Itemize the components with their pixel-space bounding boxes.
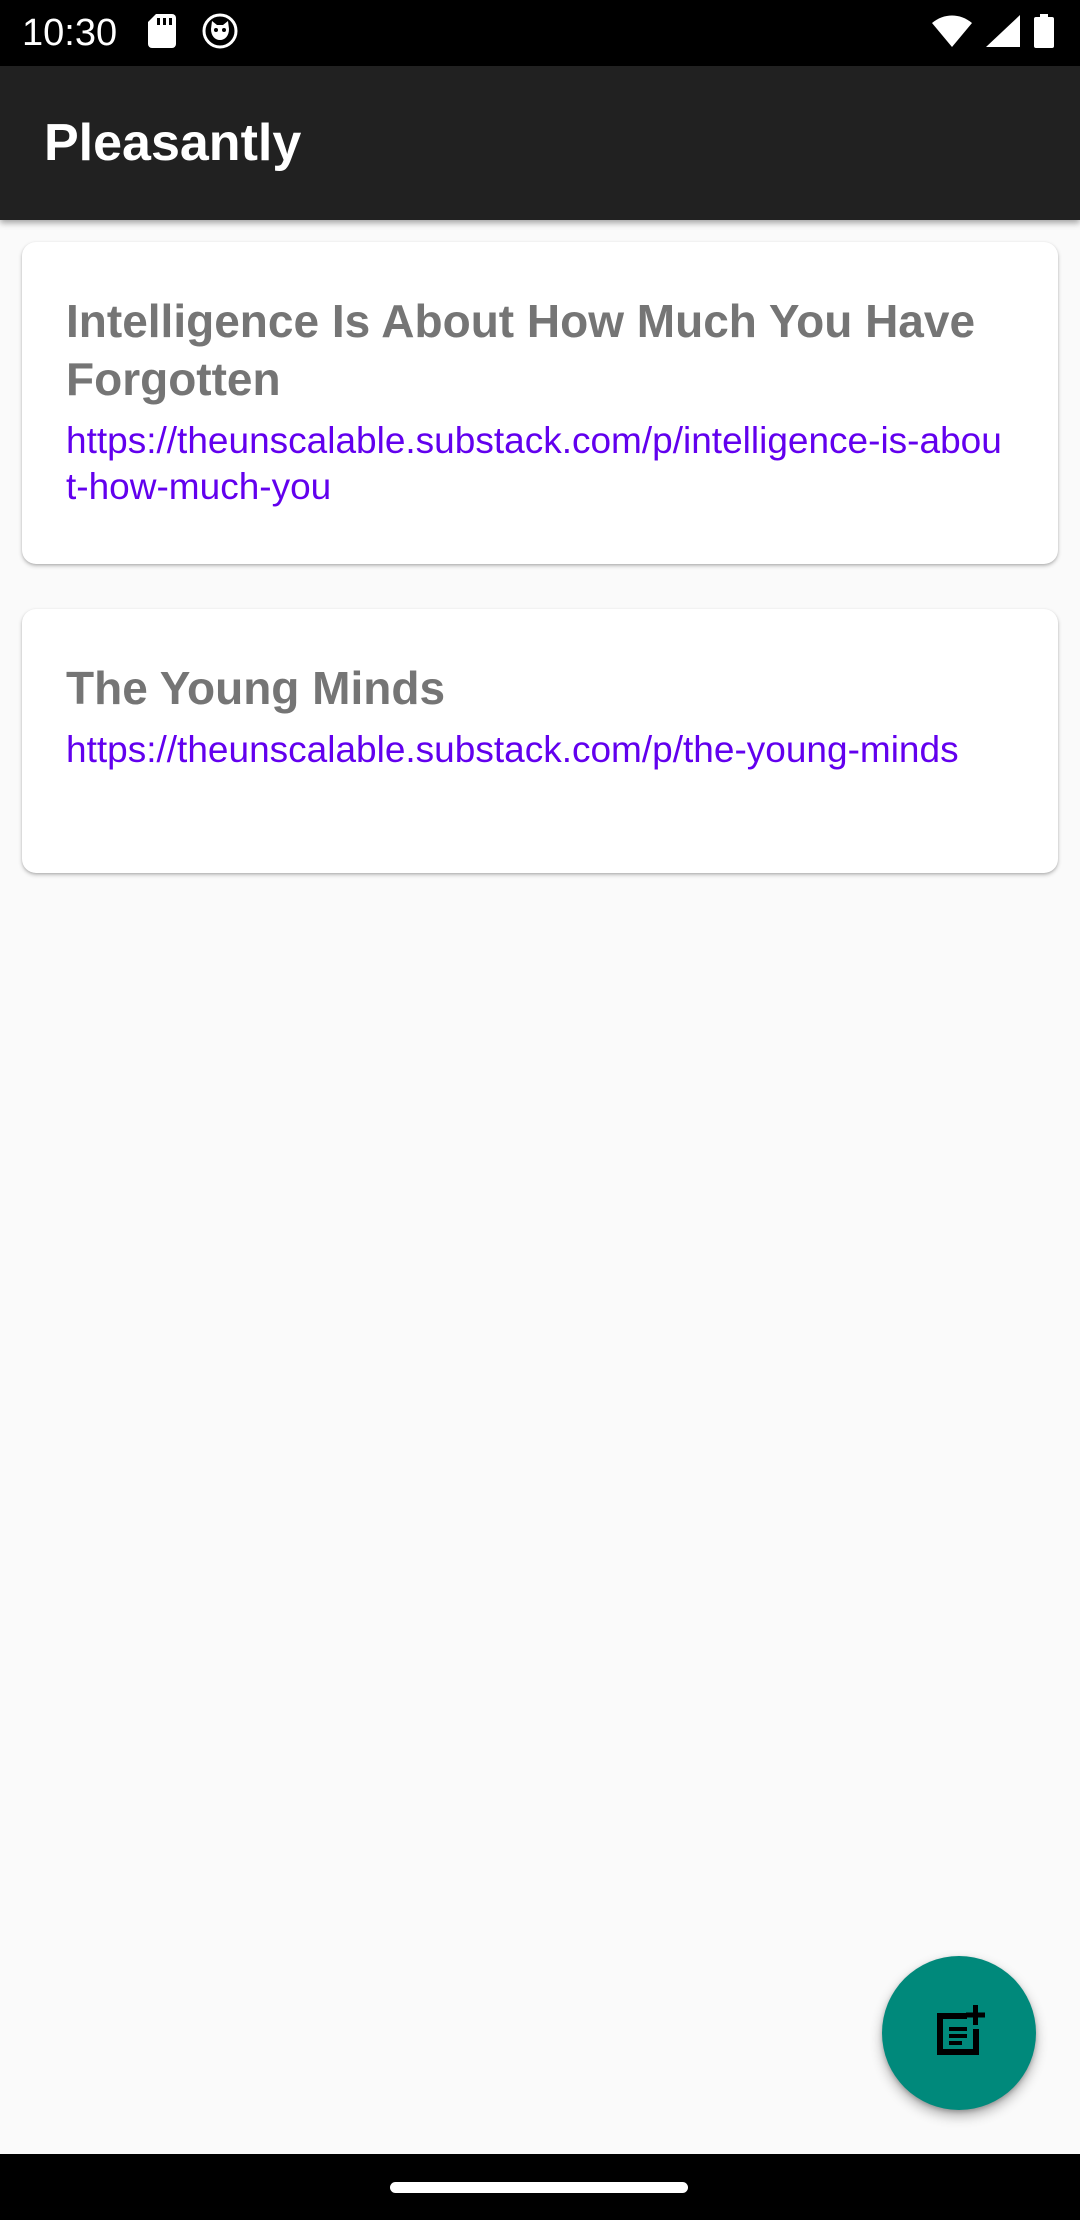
- home-gesture-handle[interactable]: [390, 2182, 688, 2193]
- navigation-bar: [0, 2154, 1080, 2220]
- status-bar: 10:30: [0, 0, 1080, 66]
- app-bar: Pleasantly: [0, 66, 1080, 220]
- cat-face-icon: [202, 13, 238, 54]
- article-card[interactable]: Intelligence Is About How Much You Have …: [22, 242, 1058, 564]
- add-note-button[interactable]: [882, 1956, 1036, 2110]
- article-link[interactable]: https://theunscalable.substack.com/p/the…: [66, 727, 1006, 773]
- status-left-icons: [148, 13, 238, 54]
- article-link[interactable]: https://theunscalable.substack.com/p/int…: [66, 418, 1006, 510]
- cellular-signal-icon: [986, 14, 1020, 52]
- status-right-icons: [932, 13, 1054, 53]
- wifi-icon: [932, 15, 972, 52]
- battery-icon: [1034, 13, 1054, 53]
- article-title: The Young Minds: [66, 662, 446, 714]
- article-title: Intelligence Is About How Much You Have …: [66, 295, 976, 405]
- note-add-icon: [931, 2003, 987, 2064]
- article-card[interactable]: The Young Minds https://theunscalable.su…: [22, 609, 1058, 873]
- app-title: Pleasantly: [44, 114, 302, 172]
- status-time: 10:30: [22, 12, 118, 54]
- sd-card-icon: [148, 13, 176, 53]
